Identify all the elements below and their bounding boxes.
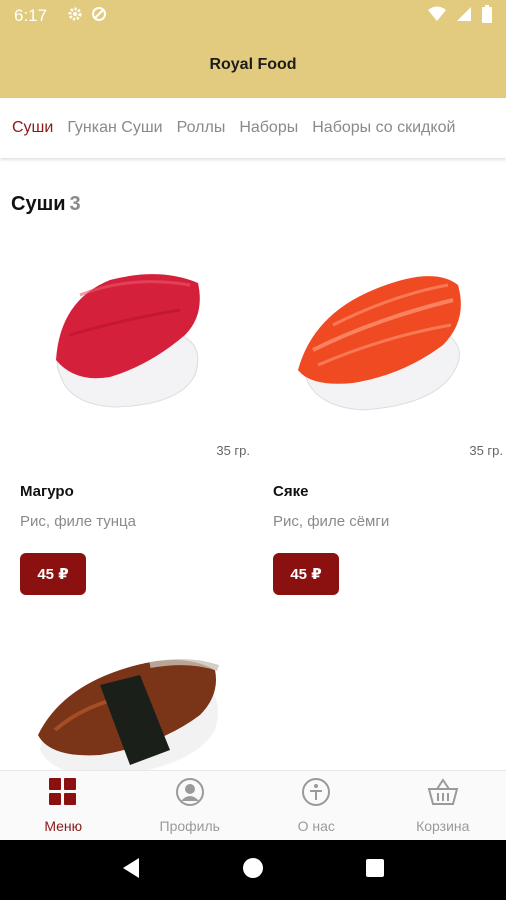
product-description: Рис, филе сёмги [273,513,390,530]
price-button[interactable]: 45 ₽ [20,553,86,595]
section-count: 3 [69,193,81,215]
tab-rolls[interactable]: Роллы [177,119,226,137]
nav-item-menu[interactable]: Меню [0,771,127,840]
signal-icon [456,6,472,27]
nav-item-about[interactable]: О нас [253,771,380,840]
nav-label-basket: Корзина [416,818,470,834]
product-card-maguro[interactable]: 35 гр. Магуро Рис, филе тунца 45 ₽ [20,255,250,595]
nav-label-about: О нас [297,818,335,834]
nav-label-menu: Меню [44,818,83,834]
product-image-unagi [20,640,250,770]
status-bar: 6:17 [0,0,506,32]
profile-icon [175,777,205,812]
app-title: Royal Food [209,56,297,73]
product-card-syake[interactable]: 35 гр. Сяке Рис, филе сёмги 45 ₽ [273,255,503,595]
product-card-unagi[interactable] [20,640,250,770]
section-title: Суши 3 [11,193,81,216]
battery-icon [482,4,492,28]
nav-item-profile[interactable]: Профиль [127,771,254,840]
gear-icon [67,6,83,27]
recents-icon[interactable] [365,858,385,883]
product-image-syake [273,255,503,435]
price-button[interactable]: 45 ₽ [273,553,339,595]
product-weight: 35 гр. [216,443,250,458]
tab-sets[interactable]: Наборы [239,119,298,137]
nav-label-profile: Профиль [159,818,220,834]
product-weight: 35 гр. [469,443,503,458]
app-bar: Royal Food [0,32,506,98]
basket-icon [427,777,459,812]
category-tabs: Суши Гункан Суши Роллы Наборы Наборы со … [0,98,506,158]
sync-icon [91,6,107,27]
back-icon[interactable] [121,857,141,884]
product-description: Рис, филе тунца [20,513,136,530]
tab-gunkan-sushi[interactable]: Гункан Суши [67,119,162,137]
system-navigation-bar [0,840,506,900]
product-name: Сяке [273,483,309,500]
menu-grid-icon [48,777,78,812]
tab-discount-sets[interactable]: Наборы со скидкой [312,119,455,137]
tab-sushi[interactable]: Суши [12,119,53,137]
product-image-maguro [20,255,250,435]
section-title-text: Суши [11,193,66,215]
wifi-icon [428,6,446,27]
nav-item-basket[interactable]: Корзина [380,771,506,840]
status-time: 6:17 [14,6,48,25]
bottom-navigation: Меню Профиль О нас Корзина [0,770,506,840]
product-name: Магуро [20,483,74,500]
about-icon [301,777,331,812]
home-icon[interactable] [242,857,264,884]
